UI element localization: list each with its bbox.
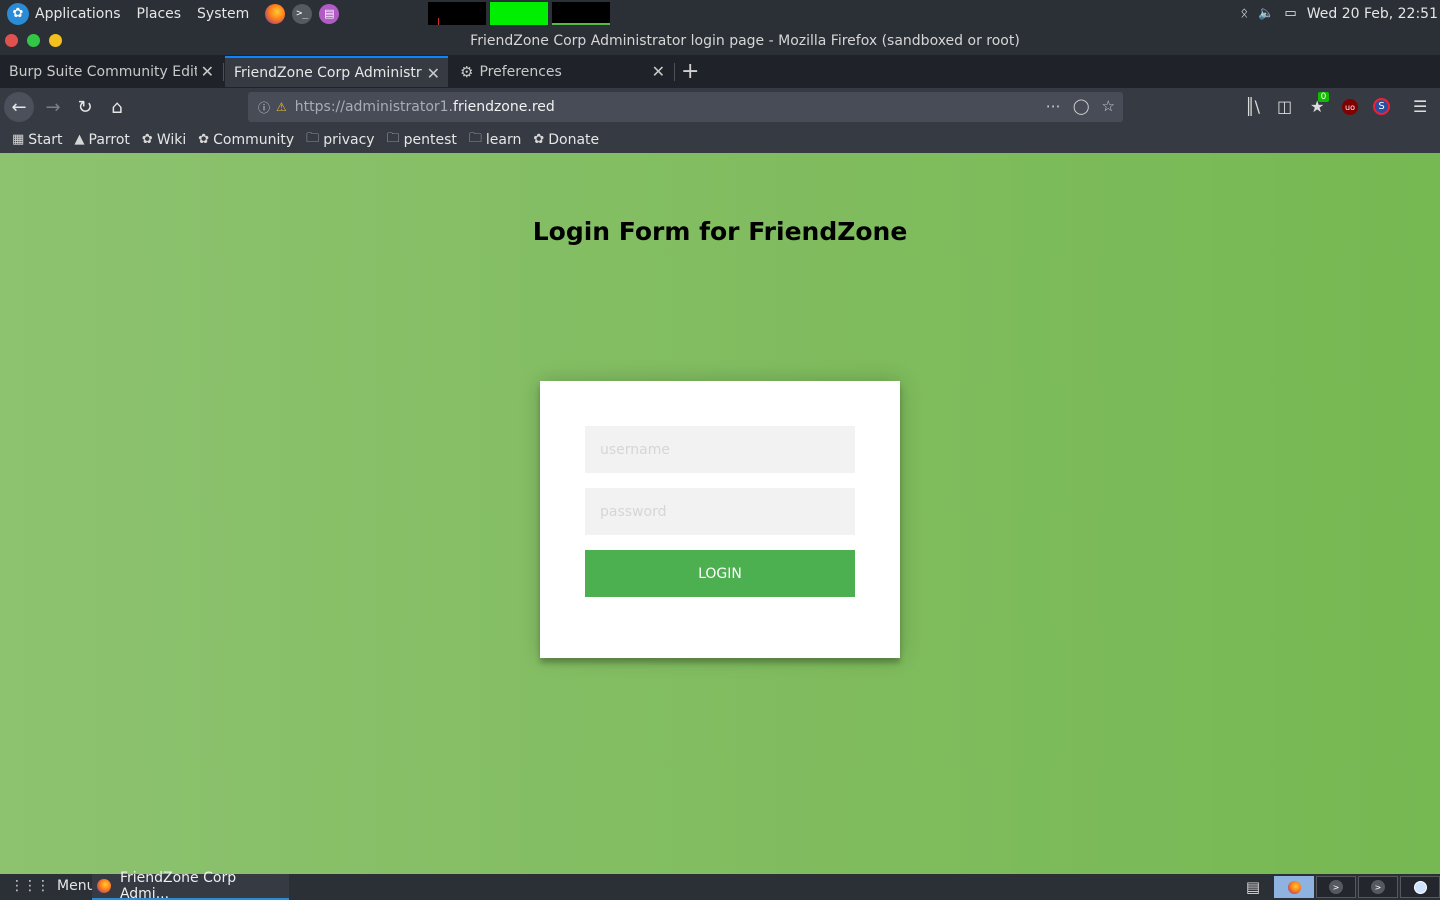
login-button[interactable]: LOGIN: [585, 550, 855, 597]
taskbar-menu-label: Menu: [57, 878, 96, 894]
workspace-1[interactable]: [1274, 876, 1314, 898]
places-menu[interactable]: Places: [137, 6, 182, 22]
username-input[interactable]: [585, 426, 855, 473]
tab-burp-suite[interactable]: Burp Suite Community Edition ✕: [0, 56, 222, 87]
bookmark-folder-learn[interactable]: 🗀 learn: [469, 129, 521, 151]
window-title: FriendZone Corp Administrator login page…: [470, 33, 1020, 49]
globe-icon: [1413, 880, 1427, 894]
bookmark-icon: ✿: [141, 132, 153, 147]
start-icon: ▦: [12, 132, 25, 147]
folder-icon: 🗀: [468, 130, 482, 146]
bluetooth-icon[interactable]: ᛟ: [1240, 6, 1248, 21]
home-button[interactable]: ⌂: [102, 92, 132, 122]
navigation-bar: ← → ↻ ⌂ ⓘ ⚠ https://administrator1.frien…: [0, 88, 1440, 126]
applications-menu[interactable]: Applications: [35, 6, 121, 22]
ublock-icon[interactable]: uo: [1342, 99, 1358, 115]
system-tray: ᛟ 🔈 ▭ Wed 20 Feb, 22:51: [1240, 0, 1440, 27]
info-icon[interactable]: ⓘ: [258, 99, 270, 116]
close-icon[interactable]: ✕: [201, 62, 214, 81]
parrot-icon: ▲: [74, 132, 85, 147]
forward-button[interactable]: →: [38, 92, 68, 122]
show-desktop-icon[interactable]: ▤: [1246, 878, 1260, 896]
memory-monitor: [490, 2, 548, 25]
workspace-3[interactable]: >: [1358, 876, 1398, 898]
parrot-logo-icon[interactable]: ✿: [7, 2, 29, 25]
bookmark-wiki[interactable]: ✿ Wiki: [142, 132, 186, 148]
close-icon[interactable]: ✕: [652, 62, 665, 81]
workspace-2[interactable]: >: [1316, 876, 1356, 898]
network-monitor: [552, 2, 610, 25]
new-tab-button[interactable]: +: [681, 59, 699, 84]
tab-label: Preferences: [479, 63, 562, 80]
window-titlebar: FriendZone Corp Administrator login page…: [0, 27, 1440, 55]
text-editor-icon[interactable]: ▤: [319, 3, 340, 24]
login-form: LOGIN: [540, 381, 900, 658]
firefox-icon: [1287, 880, 1301, 894]
volume-icon[interactable]: 🔈: [1258, 6, 1274, 21]
firefox-icon: [97, 879, 111, 893]
terminal-icon: >: [1371, 880, 1385, 894]
bookmark-community[interactable]: ✿ Community: [198, 132, 294, 148]
insecure-lock-icon[interactable]: ⚠: [276, 100, 287, 114]
url-text[interactable]: https://administrator1.friendzone.red: [295, 99, 555, 115]
back-button[interactable]: ←: [4, 92, 34, 122]
tab-label: FriendZone Corp Administrator login page: [234, 64, 422, 81]
tab-separator: [223, 63, 224, 81]
tab-label: Burp Suite Community Edition: [9, 63, 197, 80]
firefox-icon[interactable]: [265, 3, 286, 24]
close-icon[interactable]: ✕: [427, 64, 440, 83]
grid-icon: ⋮⋮⋮: [10, 878, 50, 894]
tab-friendzone-login[interactable]: FriendZone Corp Administrator login page…: [225, 56, 448, 87]
library-icon[interactable]: ║\: [1245, 97, 1260, 116]
bookmarks-bar: ▦ Start ▲ Parrot ✿ Wiki ✿ Community 🗀 privacy…: [0, 126, 1440, 153]
tab-strip: Burp Suite Community Edition ✕ FriendZon…: [0, 55, 1440, 88]
extension-badge: 0: [1317, 92, 1330, 102]
url-bar[interactable]: ⓘ ⚠ https://administrator1.friendzone.re…: [248, 92, 1123, 122]
taskbar-task-label: FriendZone Corp Admi...: [119, 870, 237, 900]
bookmark-start[interactable]: ▦ Start: [12, 132, 63, 148]
bookmark-parrot[interactable]: ▲ Parrot: [75, 132, 130, 148]
terminal-icon: >: [1329, 880, 1343, 894]
pocket-icon[interactable]: ◯: [1073, 97, 1090, 115]
workspace-4[interactable]: [1400, 876, 1440, 898]
reload-button[interactable]: ↻: [70, 92, 100, 122]
folder-icon: 🗀: [386, 130, 400, 146]
bookmark-icon: ✿: [198, 132, 210, 147]
tab-preferences[interactable]: ⚙ Preferences ✕: [451, 56, 673, 87]
top-panel: ✿ Applications Places System >_ ▤: [0, 0, 1440, 27]
gear-icon: ⚙: [460, 62, 474, 81]
sidebar-icon[interactable]: ◫: [1277, 97, 1292, 116]
workspace-switcher: ▤ > >: [1246, 874, 1440, 900]
password-input[interactable]: [585, 488, 855, 535]
folder-icon: 🗀: [306, 130, 320, 146]
tab-separator: [674, 63, 675, 81]
bookmark-folder-privacy[interactable]: 🗀 privacy: [306, 129, 374, 151]
bookmark-star-icon[interactable]: ☆: [1102, 97, 1115, 115]
taskbar-firefox-task[interactable]: FriendZone Corp Admi...: [92, 870, 289, 900]
extension-icon[interactable]: ★ 0: [1310, 92, 1330, 116]
screen-icon[interactable]: ▭: [1284, 6, 1296, 21]
bookmark-donate[interactable]: ✿ Donate: [533, 132, 599, 148]
cpu-monitor: [428, 2, 486, 25]
hamburger-menu-icon[interactable]: ☰: [1413, 97, 1427, 116]
clock[interactable]: Wed 20 Feb, 22:51: [1307, 6, 1438, 22]
bookmark-folder-pentest[interactable]: 🗀 pentest: [387, 129, 457, 151]
system-menu[interactable]: System: [197, 6, 249, 22]
bookmark-icon: ✿: [533, 132, 545, 147]
terminal-icon[interactable]: >_: [292, 3, 313, 24]
s-extension-icon[interactable]: S: [1373, 98, 1390, 115]
taskbar-menu-button[interactable]: ⋮⋮⋮ Menu: [10, 878, 95, 894]
bottom-taskbar: ⋮⋮⋮ Menu FriendZone Corp Admi... ▤ > >: [0, 870, 1440, 900]
page-content: Login Form for FriendZone LOGIN: [0, 153, 1440, 874]
page-title: Login Form for FriendZone: [532, 217, 908, 246]
page-actions-icon[interactable]: ⋯: [1046, 97, 1061, 115]
